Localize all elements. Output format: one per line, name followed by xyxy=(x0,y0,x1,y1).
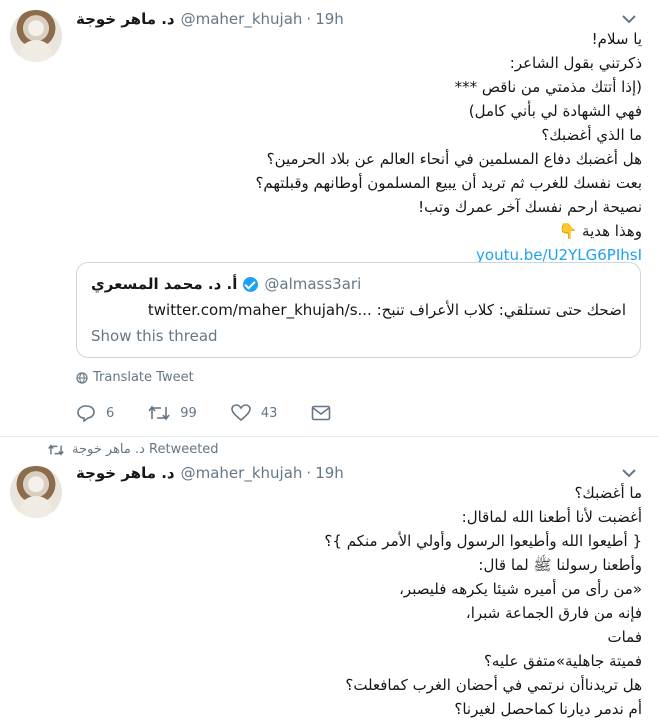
tweet-line: نصيحة ارحم نفسك آخر عمرك وتب! xyxy=(418,198,642,216)
retweet-icon xyxy=(48,443,64,456)
tweet-time[interactable]: 19h xyxy=(315,464,344,482)
verified-badge-icon xyxy=(243,276,259,292)
time-separator: · xyxy=(306,464,312,482)
avatar[interactable] xyxy=(10,10,62,62)
tweet-line: ما الذي أغضبك؟ xyxy=(541,126,642,144)
tweet-line: وأطعنا رسولنا ﷺ لما قال: xyxy=(478,556,642,574)
retweeted-by-label: د. ماهر خوجة Retweeted xyxy=(72,442,219,457)
tweet-line: { أطيعوا الله وأطيعوا الرسول وأولي الأمر… xyxy=(324,532,642,550)
direct-message-button[interactable] xyxy=(311,405,341,421)
tweet-line: فهي الشهادة لي بأني كامل) xyxy=(468,102,642,120)
reply-count: 6 xyxy=(106,405,115,421)
quoted-author-name: أ. د. محمد المسعري xyxy=(91,275,238,293)
translate-tweet[interactable]: Translate Tweet xyxy=(76,370,194,385)
retweet-count: 99 xyxy=(180,405,197,421)
reply-button[interactable]: 6 xyxy=(76,404,114,422)
tweet-line: هل تريدناأن نرتمي في أحضان الغرب كمافعلت… xyxy=(345,676,642,694)
envelope-icon xyxy=(312,405,331,421)
tweet-line: يا سلام! xyxy=(591,30,642,48)
tweet-line: أم ندمر ديارنا كماحصل لغيرنا؟ xyxy=(454,700,642,718)
time-separator: · xyxy=(306,10,312,28)
heart-icon xyxy=(231,404,251,422)
retweet-icon xyxy=(148,405,170,421)
tweet-line: «من رأى من أميره شيئا يكرهه فليصبر، xyxy=(399,580,642,598)
tweet-2[interactable]: د. ماهر خوجة Retweeted د. ماهر خوجة @mah… xyxy=(0,436,658,718)
quoted-author-handle: @almass3ari xyxy=(264,275,362,293)
like-count: 43 xyxy=(260,405,278,421)
tweet-line: ما أغضبك؟ xyxy=(574,484,642,502)
quoted-tweet[interactable]: أ. د. محمد المسعري @almass3ari اضحك حتى … xyxy=(76,262,641,358)
like-button[interactable]: 43 xyxy=(231,404,278,422)
avatar[interactable] xyxy=(10,466,62,518)
tweet-time[interactable]: 19h xyxy=(315,10,344,28)
chevron-down-icon[interactable] xyxy=(622,14,636,24)
tweet-line: فميتة جاهلية»متفق عليه؟ xyxy=(483,652,642,670)
show-thread-link[interactable]: Show this thread xyxy=(91,327,218,345)
tweet-1[interactable]: د. ماهر خوجة @maher_khujah · 19h يا سلام… xyxy=(0,0,658,437)
translate-label: Translate Tweet xyxy=(93,370,194,385)
retweeted-by[interactable]: د. ماهر خوجة Retweeted xyxy=(48,442,219,457)
reply-icon xyxy=(77,405,95,422)
tweet-body: ما أغضبك؟ أغضبت لأنا أطعنا الله لماقال: … xyxy=(76,481,642,721)
tweet-line: وهذا هدية 👇 xyxy=(558,222,642,240)
tweet-line: أغضبت لأنا أطعنا الله لماقال: xyxy=(461,508,642,526)
author-name[interactable]: د. ماهر خوجة xyxy=(76,464,175,482)
tweet-line: فمات xyxy=(607,628,642,646)
tweet-line: بعت نفسك للغرب ثم تريد أن يبيع المسلمون … xyxy=(255,174,642,192)
retweet-button[interactable]: 99 xyxy=(148,405,197,421)
chevron-down-icon[interactable] xyxy=(622,468,636,478)
quoted-tweet-header: أ. د. محمد المسعري @almass3ari xyxy=(91,275,361,293)
tweet-line: فإنه من فارق الجماعة شبرا، xyxy=(465,604,642,622)
author-handle[interactable]: @maher_khujah xyxy=(181,10,303,28)
globe-icon xyxy=(76,371,88,384)
quoted-tweet-text: اضحك حتى تستلقي: كلاب الأعراف تنبح: ...t… xyxy=(147,301,626,319)
tweet-line: هل أغضبك دفاع المسلمين في أنحاء العالم ع… xyxy=(266,150,642,168)
author-name[interactable]: د. ماهر خوجة xyxy=(76,10,175,28)
author-handle[interactable]: @maher_khujah xyxy=(181,464,303,482)
tweet-line: ذكرتني بقول الشاعر: xyxy=(509,54,642,72)
tweet-line: (إذا أتتك مذمتي من ناقص *** xyxy=(454,78,642,96)
tweet-actions: 6 99 43 xyxy=(76,402,375,424)
tweet-body: يا سلام! ذكرتني بقول الشاعر: (إذا أتتك م… xyxy=(76,27,642,267)
